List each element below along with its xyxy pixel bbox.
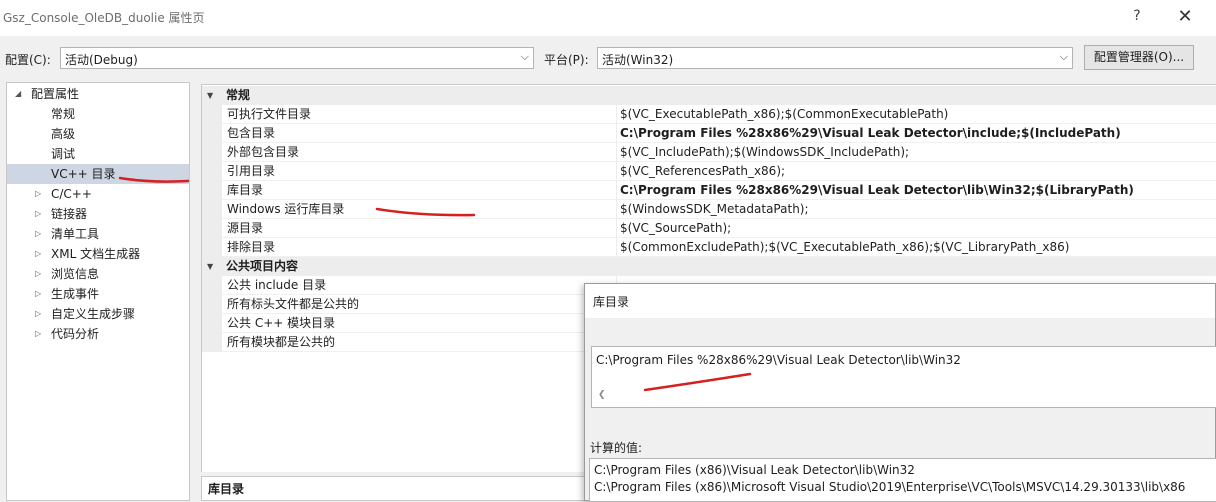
- platform-label: 平台(P):: [544, 53, 589, 67]
- tree-item-advanced[interactable]: 高级: [7, 124, 189, 144]
- expand-icon[interactable]: ▷: [35, 284, 45, 304]
- tree-item-general[interactable]: 常规: [7, 104, 189, 124]
- property-row[interactable]: Windows 运行库目录 $(WindowsSDK_MetadataPath)…: [202, 200, 1216, 219]
- property-row[interactable]: 源目录 $(VC_SourcePath);: [202, 219, 1216, 238]
- property-row-library-directories[interactable]: 库目录 C:\Program Files %28x86%29\Visual Le…: [202, 181, 1216, 200]
- directories-edit-text[interactable]: C:\Program Files %28x86%29\Visual Leak D…: [596, 353, 961, 367]
- tree-item-xml-doc-generator[interactable]: ▷ XML 文档生成器: [7, 244, 189, 264]
- collapse-icon[interactable]: ◢: [15, 84, 25, 104]
- property-value[interactable]: $(VC_ReferencesPath_x86);: [620, 162, 785, 181]
- dialog-title: 库目录: [593, 295, 630, 309]
- property-value[interactable]: C:\Program Files %28x86%29\Visual Leak D…: [620, 181, 1134, 200]
- property-value[interactable]: $(VC_IncludePath);$(WindowsSDK_IncludePa…: [620, 143, 909, 162]
- tree-item-label: 代码分析: [51, 327, 100, 341]
- tree-item-label: 调试: [51, 147, 76, 161]
- tree-item-root[interactable]: ◢ 配置属性: [7, 84, 189, 104]
- tree-item-label: 清单工具: [51, 227, 100, 241]
- property-row[interactable]: 外部包含目录 $(VC_IncludePath);$(WindowsSDK_In…: [202, 143, 1216, 162]
- help-button[interactable]: ?: [1128, 8, 1146, 28]
- property-name: 所有模块都是公共的: [227, 335, 336, 349]
- tree-item-linker[interactable]: ▷ 链接器: [7, 204, 189, 224]
- directories-edit-box[interactable]: C:\Program Files %28x86%29\Visual Leak D…: [591, 346, 1216, 408]
- property-value[interactable]: $(WindowsSDK_MetadataPath);: [620, 200, 809, 219]
- tree-item-c-cpp[interactable]: ▷ C/C++: [7, 184, 189, 204]
- computed-value-line: C:\Program Files (x86)\Visual Leak Detec…: [594, 463, 915, 477]
- collapse-icon[interactable]: ▼: [207, 257, 213, 276]
- category-general[interactable]: ▼ 常规: [202, 86, 1216, 105]
- tree-item-label: 常规: [51, 107, 76, 121]
- expand-icon[interactable]: ▷: [35, 204, 45, 224]
- expand-icon[interactable]: ▷: [35, 224, 45, 244]
- category-label: 常规: [226, 88, 251, 102]
- property-name: 包含目录: [227, 126, 276, 140]
- chevron-down-icon: ⌵: [520, 50, 529, 63]
- configuration-manager-button[interactable]: 配置管理器(O)...: [1084, 45, 1194, 70]
- tree-item-label: C/C++: [51, 187, 92, 201]
- description-panel: 库目录: [201, 476, 591, 501]
- platform-dropdown-value: 活动(Win32): [602, 53, 674, 67]
- property-name: 源目录: [227, 221, 264, 235]
- library-directories-dialog: 库目录 C:\Program Files %28x86%29\Visual Le…: [584, 283, 1216, 502]
- tree-item-label: 生成事件: [51, 287, 100, 301]
- scroll-left-icon[interactable]: ❮: [598, 390, 606, 400]
- property-value[interactable]: $(CommonExcludePath);$(VC_ExecutablePath…: [620, 238, 1069, 257]
- tree-item-label: 自定义生成步骤: [51, 307, 136, 321]
- property-value[interactable]: $(VC_ExecutablePath_x86);$(CommonExecuta…: [620, 105, 948, 124]
- computed-values-list: C:\Program Files (x86)\Visual Leak Detec…: [589, 458, 1216, 502]
- tree-item-browse-info[interactable]: ▷ 浏览信息: [7, 264, 189, 284]
- tree-item-label: 浏览信息: [51, 267, 100, 281]
- platform-dropdown[interactable]: 活动(Win32) ⌵: [597, 47, 1073, 69]
- property-row[interactable]: 排除目录 $(CommonExcludePath);$(VC_Executabl…: [202, 238, 1216, 257]
- property-tree: ◢ 配置属性 常规 高级 调试 VC++ 目录 ▷ C/C++ ▷ 链接器 ▷ …: [6, 82, 190, 501]
- expand-icon[interactable]: ▷: [35, 184, 45, 204]
- expand-icon[interactable]: ▷: [35, 244, 45, 264]
- property-row[interactable]: 可执行文件目录 $(VC_ExecutablePath_x86);$(Commo…: [202, 105, 1216, 124]
- tree-item-code-analysis[interactable]: ▷ 代码分析: [7, 324, 189, 344]
- expand-icon[interactable]: ▷: [35, 324, 45, 344]
- computed-value-line: C:\Program Files (x86)\Microsoft Visual …: [594, 480, 1186, 494]
- tree-item-debugging[interactable]: 调试: [7, 144, 189, 164]
- collapse-icon[interactable]: ▼: [207, 86, 213, 105]
- config-dropdown[interactable]: 活动(Debug) ⌵: [60, 47, 534, 69]
- tree-item-label: 配置属性: [31, 87, 80, 101]
- expand-icon[interactable]: ▷: [35, 304, 45, 324]
- property-name: 引用目录: [227, 164, 276, 178]
- title-bar: Gsz_Console_OleDB_duolie 属性页 ? ✕: [0, 0, 1216, 36]
- window-title: Gsz_Console_OleDB_duolie 属性页: [3, 11, 205, 25]
- property-name: 库目录: [227, 183, 264, 197]
- tree-item-label: 链接器: [51, 207, 88, 221]
- tree-item-label: XML 文档生成器: [51, 247, 141, 261]
- dialog-title-bar: 库目录: [585, 284, 1215, 318]
- property-value[interactable]: C:\Program Files %28x86%29\Visual Leak D…: [620, 124, 1121, 143]
- property-row[interactable]: 引用目录 $(VC_ReferencesPath_x86);: [202, 162, 1216, 181]
- tree-item-manifest-tool[interactable]: ▷ 清单工具: [7, 224, 189, 244]
- property-name: 公共 C++ 模块目录: [227, 316, 336, 330]
- tree-item-label: VC++ 目录: [51, 167, 116, 181]
- property-name: 外部包含目录: [227, 145, 300, 159]
- tree-item-label: 高级: [51, 127, 76, 141]
- config-label: 配置(C):: [5, 53, 51, 67]
- tree-item-build-events[interactable]: ▷ 生成事件: [7, 284, 189, 304]
- tree-item-vc-directories[interactable]: VC++ 目录: [7, 164, 189, 184]
- property-value[interactable]: $(VC_SourcePath);: [620, 219, 731, 238]
- property-name: 排除目录: [227, 240, 276, 254]
- category-label: 公共项目内容: [226, 259, 299, 273]
- description-title: 库目录: [208, 482, 245, 496]
- property-row[interactable]: 包含目录 C:\Program Files %28x86%29\Visual L…: [202, 124, 1216, 143]
- config-dropdown-value: 活动(Debug): [65, 53, 138, 67]
- property-name: Windows 运行库目录: [227, 202, 345, 216]
- tree-item-custom-build-step[interactable]: ▷ 自定义生成步骤: [7, 304, 189, 324]
- computed-values-label: 计算的值:: [590, 441, 643, 455]
- chevron-down-icon: ⌵: [1059, 50, 1068, 63]
- property-name: 所有标头文件都是公共的: [227, 297, 360, 311]
- expand-icon[interactable]: ▷: [35, 264, 45, 284]
- property-name: 公共 include 目录: [227, 278, 327, 292]
- close-button[interactable]: ✕: [1174, 6, 1196, 28]
- category-public-project-content[interactable]: ▼ 公共项目内容: [202, 257, 1216, 276]
- property-name: 可执行文件目录: [227, 107, 312, 121]
